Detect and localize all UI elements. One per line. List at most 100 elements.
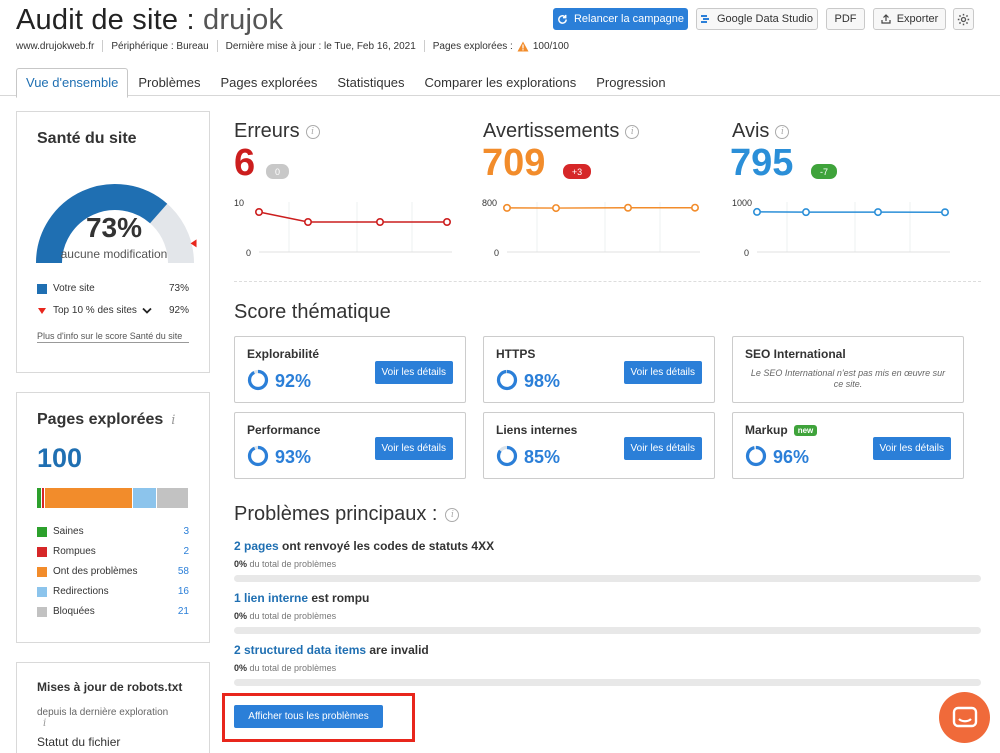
- robots-title: Mises à jour de robots.txt: [37, 680, 183, 694]
- markup-details-button[interactable]: Voir les détails: [872, 437, 951, 460]
- markup-name: Markup: [745, 423, 788, 437]
- legend-your-site: Votre site 73%: [37, 283, 189, 294]
- internal-links-details-button[interactable]: Voir les détails: [623, 437, 702, 460]
- y-tick-bottom: 0: [744, 248, 749, 258]
- data-point[interactable]: [254, 208, 263, 217]
- legend-top10[interactable]: Top 10 % des sites 92%: [37, 305, 189, 316]
- crawled-legend-item: Bloquées 21: [37, 606, 189, 617]
- crawled-legend-item: Redirections 16: [37, 586, 189, 597]
- ring-fill: [247, 369, 269, 391]
- data-point[interactable]: [376, 217, 385, 226]
- errors-title: Erreurs: [234, 120, 300, 142]
- y-tick-top: 800: [482, 198, 497, 208]
- relaunch-campaign-button[interactable]: Relancer la campagne: [553, 8, 688, 30]
- legend-value-link[interactable]: 58: [178, 566, 189, 577]
- site-health-title: Santé du site: [37, 130, 137, 147]
- internal-links-name: Liens internes: [496, 423, 578, 437]
- https-name: HTTPS: [496, 347, 536, 361]
- internal-links-score: 85%: [524, 447, 561, 467]
- export-icon: [881, 14, 891, 24]
- issue-share: 0% du total de problèmes: [234, 559, 981, 569]
- robots-card: Mises à jour de robots.txt depuis la der…: [16, 662, 210, 753]
- performance-name: Performance: [247, 423, 321, 437]
- errors-sparkline: 10 0: [234, 198, 452, 258]
- project-name: drujok: [202, 4, 284, 36]
- crawlability-details-button[interactable]: Voir les détails: [374, 361, 453, 384]
- data-point[interactable]: [941, 208, 950, 217]
- tab-issues[interactable]: Problèmes: [128, 68, 210, 98]
- health-more-info-link[interactable]: Plus d'info sur le score Santé du site: [37, 330, 189, 343]
- tab-crawled-pages[interactable]: Pages explorées: [210, 68, 327, 98]
- chat-widget-button[interactable]: [939, 692, 990, 743]
- title-prefix: Audit de site :: [16, 4, 203, 36]
- info-icon[interactable]: i: [171, 413, 175, 428]
- performance-details-button[interactable]: Voir les détails: [374, 437, 453, 460]
- info-icon[interactable]: i: [43, 718, 46, 729]
- issue-link[interactable]: 1 lien interne: [234, 591, 308, 605]
- notices-count[interactable]: 795: [730, 142, 793, 185]
- markup-score: 96%: [773, 447, 810, 467]
- legend-value-link[interactable]: 16: [178, 586, 189, 597]
- tab-compare-crawls[interactable]: Comparer les explorations: [415, 68, 587, 98]
- legend-value-link[interactable]: 3: [183, 526, 189, 537]
- issue-share: 0% du total de problèmes: [234, 611, 981, 621]
- issue-description: ont renvoyé les codes de statuts 4XX: [278, 539, 495, 553]
- issue-link[interactable]: 2 pages: [234, 539, 279, 553]
- y-tick-top: 10: [234, 198, 244, 208]
- issue-share-label: du total de problèmes: [247, 611, 337, 621]
- performance-ring: [247, 445, 269, 467]
- international-seo-note: Le SEO International n'est pas mis en œu…: [750, 368, 946, 389]
- crawled-pages-card: Pages explorées i 100 Saines 3 Rompues 2 Ont…: [16, 392, 210, 643]
- errors-delta-badge: 0: [266, 164, 289, 179]
- bar-segment-3[interactable]: [132, 488, 158, 508]
- warnings-count[interactable]: 709: [482, 142, 545, 185]
- crawlability-name: Explorabilité: [247, 347, 320, 361]
- data-point[interactable]: [691, 203, 700, 212]
- bar-segment-4[interactable]: [157, 488, 189, 508]
- data-point[interactable]: [443, 217, 452, 226]
- site-color-square: [37, 283, 47, 294]
- data-point[interactable]: [552, 204, 561, 213]
- data-point[interactable]: [502, 203, 511, 212]
- data-point[interactable]: [624, 203, 633, 212]
- errors-count[interactable]: 6: [234, 142, 255, 185]
- info-icon[interactable]: i: [625, 124, 640, 139]
- series-line: [258, 211, 447, 223]
- tab-overview[interactable]: Vue d'ensemble: [16, 68, 129, 98]
- ring-fill: [247, 445, 269, 467]
- legend-your-site-value: 73%: [168, 283, 189, 294]
- site-health-card: Santé du site 73% aucune modification Vo…: [16, 111, 210, 373]
- data-point[interactable]: [874, 208, 883, 217]
- legend-value-link[interactable]: 21: [178, 606, 189, 617]
- info-icon[interactable]: i: [445, 507, 460, 522]
- google-data-studio-button[interactable]: Google Data Studio: [696, 8, 818, 30]
- info-icon[interactable]: i: [305, 124, 320, 139]
- tab-statistics[interactable]: Statistiques: [327, 68, 414, 98]
- show-all-issues-button[interactable]: Afficher tous les problèmes: [234, 705, 383, 728]
- issue-description: est rompu: [308, 591, 370, 605]
- performance-score: 93%: [275, 447, 312, 467]
- pdf-button[interactable]: PDF: [826, 8, 865, 30]
- pages-label: Pages explorées :: [432, 40, 513, 52]
- info-icon[interactable]: i: [775, 124, 790, 139]
- y-tick-top: 1000: [732, 198, 752, 208]
- thematic-card-crawlability: Explorabilité 92% Voir les détails: [234, 336, 466, 403]
- settings-button[interactable]: [953, 8, 974, 30]
- issue-row: 1 lien interne est rompu 0% du total de …: [234, 591, 981, 634]
- data-point[interactable]: [304, 217, 313, 226]
- legend-color-square: [37, 606, 47, 617]
- crawled-stacked-bar: [37, 488, 189, 508]
- data-point[interactable]: [752, 207, 761, 216]
- notices-title: Avis: [732, 120, 770, 142]
- https-details-button[interactable]: Voir les détails: [623, 361, 702, 384]
- gear-icon: [957, 13, 970, 25]
- legend-value-link[interactable]: 2: [183, 546, 189, 557]
- issue-pct: 0%: [234, 663, 248, 673]
- issue-link[interactable]: 2 structured data items: [234, 643, 366, 657]
- export-button[interactable]: Exporter: [873, 8, 946, 30]
- data-point[interactable]: [802, 208, 811, 217]
- divider: [234, 281, 981, 282]
- tab-progress[interactable]: Progression: [586, 68, 675, 98]
- bar-segment-2[interactable]: [44, 488, 133, 508]
- red-triangle-icon: [38, 307, 46, 314]
